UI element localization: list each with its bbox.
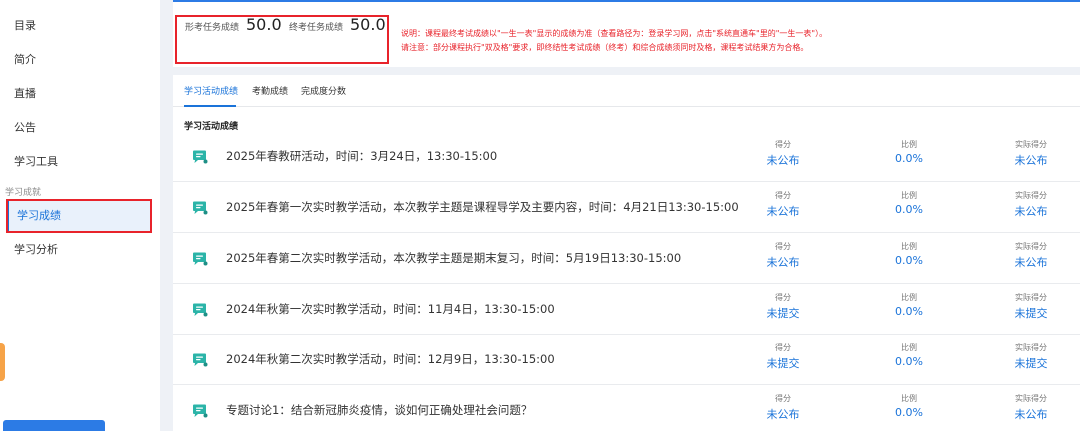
ratio-column-label: 比例	[901, 140, 917, 149]
score-value: 未提交	[766, 357, 800, 370]
actual-score-column-label: 实际得分	[1015, 394, 1047, 403]
ratio-column-label: 比例	[901, 242, 917, 251]
ratio-value: 0.0%	[895, 254, 923, 267]
tab-completion[interactable]: 完成度分数	[301, 84, 346, 97]
score-column-label: 得分	[775, 343, 791, 352]
ratio-value: 0.0%	[895, 355, 923, 368]
actual-score-value: 未提交	[1014, 307, 1048, 320]
activity-row[interactable]: 专题讨论1：结合新冠肺炎疫情，谈如何正确处理社会问题？ 得分未公布 比例 0.0% 实际…	[173, 385, 1080, 431]
sidebar-item-intro[interactable]: 简介	[0, 43, 160, 77]
actual-score-column-label: 实际得分	[1015, 191, 1047, 200]
tab-active-indicator	[184, 105, 236, 107]
notice-line-1: 说明：课程最终考试成绩以"一生一表"显示的成绩为准（查看路径为：登录学习网，点击…	[401, 29, 828, 38]
activity-title[interactable]: 专题讨论1：结合新冠肺炎疫情，谈如何正确处理社会问题？	[226, 402, 532, 418]
formative-score-label: 形考任务成绩	[185, 23, 240, 33]
score-column-label: 得分	[775, 191, 791, 200]
actual-score-value: 未公布	[1014, 256, 1048, 269]
actual-score-value: 未公布	[1014, 154, 1048, 167]
ratio-value: 0.0%	[895, 305, 923, 318]
top-accent-line	[173, 0, 1080, 2]
activity-row[interactable]: 2025年春第一次实时教学活动，本次教学主题是课程导学及主要内容，时间：4月21…	[173, 182, 1080, 233]
ratio-column-label: 比例	[901, 394, 917, 403]
score-value: 未公布	[766, 408, 800, 421]
ratio-value: 0.0%	[895, 203, 923, 216]
chat-bubble-icon	[192, 200, 208, 215]
sidebar-item-announcement[interactable]: 公告	[0, 111, 160, 145]
chat-bubble-icon	[192, 302, 208, 317]
ratio-value: 0.0%	[895, 406, 923, 419]
actual-score-column-label: 实际得分	[1015, 140, 1047, 149]
notice-line-2: 请注意：部分课程执行"双及格"要求，即终结性考试成绩（终考）和综合成绩须同时及格…	[401, 43, 809, 52]
side-float-tab[interactable]	[0, 343, 5, 381]
chat-bubble-icon	[192, 403, 208, 418]
score-column-label: 得分	[775, 140, 791, 149]
ratio-column-label: 比例	[901, 293, 917, 302]
activity-row[interactable]: 2024年秋第二次实时教学活动，时间：12月9日，13:30-15:00 得分未提…	[173, 334, 1080, 385]
score-value: 未公布	[766, 205, 800, 218]
score-value: 未提交	[766, 307, 800, 320]
activity-row[interactable]: 2025年春第二次实时教学活动，本次教学主题是期末复习，时间：5月19日13:3…	[173, 233, 1080, 284]
formative-score-value: 50.0	[246, 15, 282, 34]
ratio-column-label: 比例	[901, 191, 917, 200]
activity-title[interactable]: 2025年春教研活动，时间：3月24日，13:30-15:00	[226, 148, 497, 164]
sidebar-bottom-button[interactable]	[3, 420, 105, 431]
tab-activity-grades[interactable]: 学习活动成绩	[184, 84, 238, 97]
sidebar-item-catalog[interactable]: 目录	[0, 9, 160, 43]
chat-bubble-icon	[192, 149, 208, 164]
score-column-label: 得分	[775, 394, 791, 403]
sidebar-section-label: 学习成就	[5, 188, 42, 198]
score-value: 未公布	[766, 256, 800, 269]
actual-score-column-label: 实际得分	[1015, 293, 1047, 302]
sidebar-item-grades[interactable]: 学习成绩	[6, 199, 152, 233]
actual-score-column-label: 实际得分	[1015, 242, 1047, 251]
actual-score-value: 未公布	[1014, 408, 1048, 421]
chat-bubble-icon	[192, 251, 208, 266]
ratio-column-label: 比例	[901, 343, 917, 352]
final-score-label: 终考任务成绩	[289, 23, 344, 33]
sidebar-item-analysis[interactable]: 学习分析	[0, 233, 160, 267]
actual-score-value: 未公布	[1014, 205, 1048, 218]
activity-row[interactable]: 2025年春教研活动，时间：3月24日，13:30-15:00 得分未公布 比例 0.…	[173, 131, 1080, 182]
activity-title[interactable]: 2024年秋第一次实时教学活动，时间：11月4日，13:30-15:00	[226, 301, 555, 317]
chat-bubble-icon	[192, 352, 208, 367]
sidebar-item-live[interactable]: 直播	[0, 77, 160, 111]
activity-title[interactable]: 2025年春第一次实时教学活动，本次教学主题是课程导学及主要内容，时间：4月21…	[226, 199, 739, 215]
ratio-value: 0.0%	[895, 152, 923, 165]
score-value: 未公布	[766, 154, 800, 167]
final-score-value: 50.0	[350, 15, 386, 34]
activity-card: 学习活动成绩 考勤成绩 完成度分数 学习活动成绩 2025年春教研活动，时间：3…	[173, 75, 1080, 431]
actual-score-value: 未提交	[1014, 357, 1048, 370]
sidebar-item-tools[interactable]: 学习工具	[0, 145, 160, 179]
sidebar: 目录 简介 直播 公告 学习工具 学习成就 学习成绩 学习分析	[0, 0, 160, 431]
score-column-label: 得分	[775, 242, 791, 251]
activity-title[interactable]: 2025年春第二次实时教学活动，本次教学主题是期末复习，时间：5月19日13:3…	[226, 250, 681, 266]
activity-title[interactable]: 2024年秋第二次实时教学活动，时间：12月9日，13:30-15:00	[226, 351, 555, 367]
activity-row[interactable]: 2024年秋第一次实时教学活动，时间：11月4日，13:30-15:00 得分未提…	[173, 284, 1080, 335]
score-column-label: 得分	[775, 293, 791, 302]
actual-score-column-label: 实际得分	[1015, 343, 1047, 352]
tab-bar: 学习活动成绩 考勤成绩 完成度分数	[173, 75, 1080, 107]
tab-attendance[interactable]: 考勤成绩	[252, 84, 288, 97]
